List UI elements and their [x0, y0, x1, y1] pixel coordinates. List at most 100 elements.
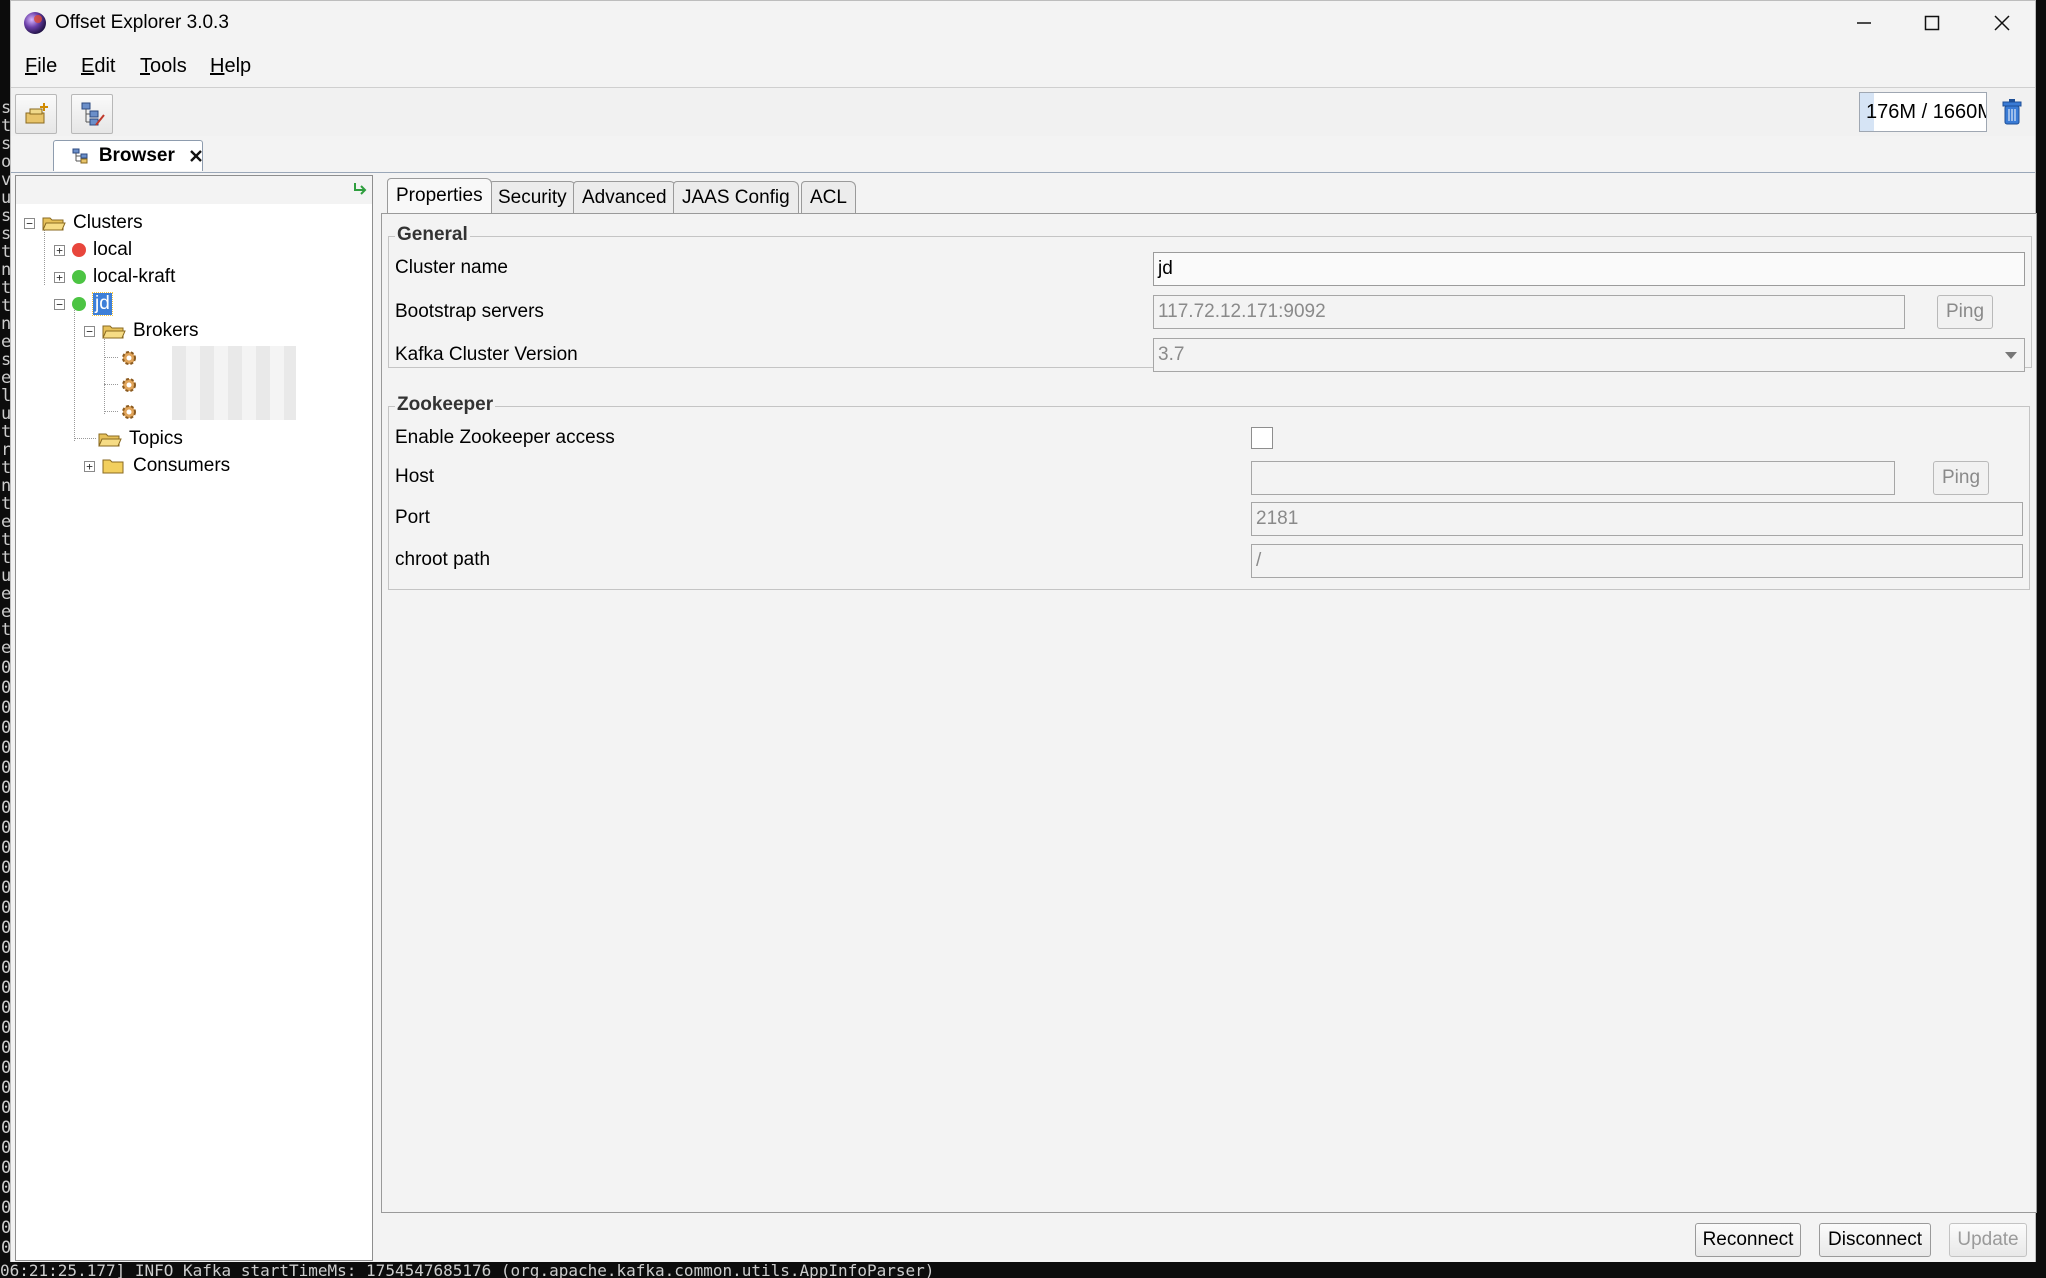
menu-help-mnemonic: H [210, 55, 225, 77]
tab-properties[interactable]: Properties [387, 178, 492, 213]
cluster-status-green-icon [72, 297, 86, 311]
enable-zookeeper-checkbox[interactable] [1251, 427, 1273, 449]
title-bar: Offset Explorer 3.0.3 [11, 1, 2035, 45]
zk-port-input[interactable]: 2181 [1251, 502, 2023, 536]
properties-tab-content: General Cluster name jd Bootstrap server… [381, 213, 2037, 1213]
minimize-button[interactable] [1829, 1, 1899, 45]
tree-node-cluster-local-kraft[interactable]: + local-kraft [54, 264, 175, 290]
settings-tree-icon [81, 102, 105, 126]
kafka-version-select[interactable]: 3.7 [1153, 338, 2025, 372]
expand-icon[interactable]: + [84, 460, 95, 472]
edit-settings-button[interactable] [71, 94, 113, 134]
cluster-name-input[interactable]: jd [1153, 252, 2025, 286]
tree-header [16, 176, 372, 204]
tree-label-brokers: Brokers [133, 320, 199, 341]
menu-file[interactable]: File [25, 55, 57, 78]
tab-acl-label: ACL [810, 186, 847, 208]
zk-host-input[interactable] [1251, 461, 1895, 495]
collapse-icon[interactable]: − [54, 298, 65, 310]
maximize-icon [1924, 15, 1940, 31]
menu-help-label: elp [224, 55, 252, 77]
zk-host-label: Host [395, 466, 435, 487]
tree-node-cluster-jd[interactable]: − jd [54, 291, 113, 317]
reconnect-button[interactable]: Reconnect [1695, 1223, 1801, 1257]
tree-node-topics[interactable]: Topics [98, 426, 183, 452]
collapse-icon[interactable]: − [84, 325, 95, 337]
tree-node-brokers[interactable]: − Brokers [84, 318, 198, 344]
app-logo-icon [24, 12, 46, 34]
bootstrap-servers-label: Bootstrap servers [395, 301, 544, 322]
tab-jaas-config[interactable]: JAAS Config [673, 181, 799, 213]
open-folder-icon [98, 433, 122, 447]
menu-tools-mnemonic: T [140, 55, 150, 77]
tree-label-consumers: Consumers [133, 455, 231, 476]
garbage-collect-icon[interactable] [2001, 98, 2023, 126]
tree-node-consumers[interactable]: + Consumers [84, 453, 230, 479]
tree-node-cluster-local[interactable]: + local [54, 237, 132, 263]
tree-label-topics: Topics [129, 428, 183, 449]
bootstrap-ping-button[interactable]: Ping [1937, 295, 1993, 329]
zookeeper-group: Zookeeper Enable Zookeeper access Host P… [388, 394, 2030, 590]
tree-connector [74, 438, 96, 439]
open-folder-icon [42, 217, 66, 231]
close-window-button[interactable] [1967, 1, 2037, 45]
tree-label-clusters: Clusters [73, 212, 143, 233]
tree-connector [104, 384, 118, 385]
redacted-region [172, 346, 296, 420]
update-button[interactable]: Update [1949, 1223, 2027, 1257]
tree-label-local: local [93, 239, 133, 260]
tab-advanced[interactable]: Advanced [573, 181, 676, 213]
folder-icon [102, 459, 124, 474]
add-cluster-icon [25, 103, 48, 124]
console-log-line: 06:21:25.177] INFO Kafka startTimeMs: 17… [0, 1262, 2046, 1278]
memory-usage-label: 176M / 1660M [1866, 100, 1987, 123]
zk-port-label: Port [395, 507, 430, 528]
expand-icon[interactable]: + [54, 271, 65, 283]
menu-file-mnemonic: F [25, 55, 38, 77]
tree-label-jd: jd [92, 292, 113, 316]
tree-connector [74, 301, 75, 441]
document-tab-row: Browser [11, 136, 2035, 173]
menu-file-label: ile [37, 55, 58, 77]
tree-connector [104, 411, 118, 412]
general-group: General Cluster name jd Bootstrap server… [388, 224, 2032, 372]
open-folder-icon [102, 325, 126, 339]
menu-help[interactable]: Help [210, 55, 251, 78]
enable-zookeeper-label: Enable Zookeeper access [395, 427, 615, 448]
menu-tools[interactable]: Tools [140, 55, 187, 78]
kafka-version-label: Kafka Cluster Version [395, 344, 578, 365]
menu-edit-label: dit [94, 55, 116, 77]
collapse-icon[interactable]: − [24, 217, 35, 229]
kafka-version-value: 3.7 [1158, 344, 1185, 365]
maximize-button[interactable] [1897, 1, 1967, 45]
zk-chroot-input[interactable]: / [1251, 544, 2023, 578]
tab-acl[interactable]: ACL [801, 181, 856, 213]
cluster-status-green-icon [72, 270, 86, 284]
disconnect-button[interactable]: Disconnect [1819, 1223, 1931, 1257]
menu-edit-mnemonic: E [81, 55, 95, 77]
app-window: Offset Explorer 3.0.3 File Edit Tools He… [10, 0, 2037, 1264]
broker-gear-icon [122, 351, 136, 365]
memory-indicator[interactable]: 176M / 1660M [1859, 92, 1987, 132]
tree-label-local-kraft: local-kraft [93, 266, 176, 287]
properties-panel: Properties Security Advanced JAAS Config… [375, 175, 2037, 1261]
add-cluster-button[interactable] [15, 94, 57, 134]
bootstrap-servers-input[interactable]: 117.72.12.171:9092 [1153, 295, 1905, 329]
expand-icon[interactable]: + [54, 244, 65, 256]
tab-browser-label: Browser [98, 145, 175, 166]
tree-node-clusters[interactable]: − Clusters [24, 210, 143, 236]
zookeeper-legend: Zookeeper [395, 394, 496, 416]
tab-advanced-label: Advanced [582, 186, 667, 208]
zk-ping-button[interactable]: Ping [1933, 461, 1989, 495]
minimize-icon [1857, 22, 1871, 24]
tab-browser[interactable]: Browser [53, 140, 203, 171]
menu-edit[interactable]: Edit [81, 55, 115, 78]
zk-chroot-label: chroot path [395, 549, 491, 570]
tab-security[interactable]: Security [489, 181, 576, 213]
tree-connector [104, 357, 118, 358]
close-tab-icon[interactable] [189, 149, 202, 163]
refresh-tree-icon[interactable] [352, 181, 368, 197]
browser-tree-icon [72, 148, 88, 164]
cluster-name-label: Cluster name [395, 257, 508, 278]
general-legend: General [395, 224, 470, 246]
